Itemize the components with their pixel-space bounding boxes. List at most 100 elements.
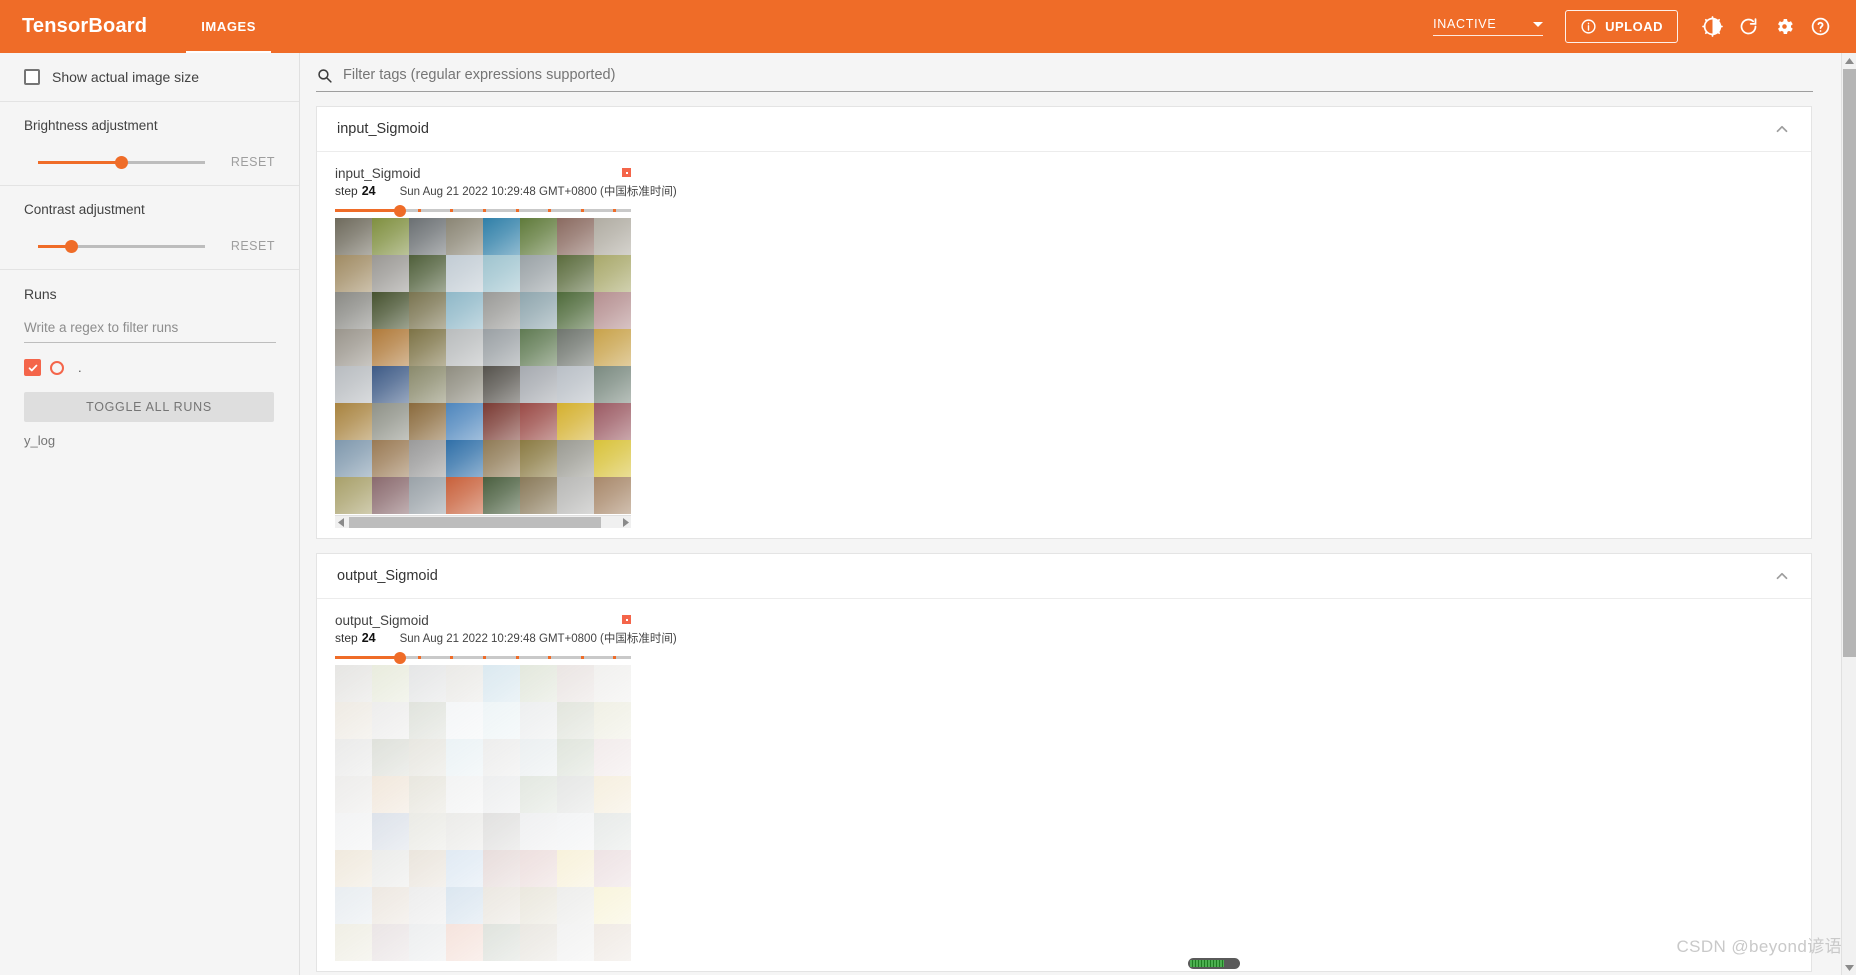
step-slider-knob[interactable] <box>394 204 407 217</box>
scroll-up-arrow-icon[interactable] <box>1842 53 1856 68</box>
image-grid-cell <box>520 403 557 440</box>
timestamp: Sun Aug 21 2022 10:29:48 GMT+0800 (中国标准时… <box>399 633 677 645</box>
run-color-circle-icon <box>50 360 64 375</box>
tag-filter-input[interactable] <box>341 66 1813 84</box>
image-grid-cell <box>446 887 483 924</box>
brightness-reset-button[interactable]: RESET <box>231 155 275 169</box>
image-grid-cell <box>520 218 557 255</box>
image-grid-cell <box>483 329 520 366</box>
step-slider[interactable] <box>335 651 631 664</box>
image-card: output_Sigmoid step 24 Sun Aug 21 2022 1… <box>335 613 677 961</box>
tag-card-header[interactable]: input_Sigmoid <box>317 107 1811 152</box>
image-grid-cell <box>557 440 594 477</box>
step-slider[interactable] <box>335 204 631 217</box>
image-grid-cell <box>409 739 446 776</box>
image-grid-cell <box>409 329 446 366</box>
refresh-icon[interactable] <box>1730 9 1766 45</box>
gear-icon[interactable] <box>1766 9 1802 45</box>
timestamp: Sun Aug 21 2022 10:29:48 GMT+0800 (中国标准时… <box>399 186 677 198</box>
image-grid-cell <box>372 813 409 850</box>
image-grid-cell <box>557 255 594 292</box>
scrollbar-track[interactable] <box>347 516 619 529</box>
image-grid-cell <box>520 329 557 366</box>
sidebar-section-contrast: Contrast adjustment RESET <box>0 186 299 270</box>
image-grid-cell <box>335 850 372 887</box>
run-checkbox-icon[interactable] <box>24 359 41 376</box>
page-vertical-scrollbar[interactable] <box>1841 53 1856 975</box>
contrast-reset-button[interactable]: RESET <box>231 239 275 253</box>
image-grid-cell <box>594 702 631 739</box>
image-grid-cell <box>335 887 372 924</box>
brand-title: TensorBoard <box>22 15 148 37</box>
tag-card-input-sigmoid: input_Sigmoid input_Sigmoid step 24 Sun … <box>316 106 1812 539</box>
status-select[interactable]: INACTIVE <box>1433 17 1544 36</box>
image-grid-cell <box>372 702 409 739</box>
checkbox-icon[interactable] <box>24 69 40 85</box>
image-grid-cell <box>409 255 446 292</box>
image-grid-cell <box>520 292 557 329</box>
pin-icon[interactable] <box>622 168 631 177</box>
tag-card-title: input_Sigmoid <box>337 121 429 137</box>
image-grid-cell <box>520 665 557 702</box>
image-grid-cell <box>335 924 372 961</box>
image-grid-cell <box>372 739 409 776</box>
step-slider-knob[interactable] <box>394 651 407 664</box>
image-grid-cell <box>446 477 483 514</box>
contrast-slider[interactable] <box>38 239 205 253</box>
image-grid-cell <box>483 440 520 477</box>
scroll-left-arrow-icon[interactable] <box>335 517 347 527</box>
pin-icon[interactable] <box>622 615 631 624</box>
step-label: step <box>335 184 358 198</box>
contrast-slider-knob[interactable] <box>65 239 79 253</box>
brightness-slider-row: RESET <box>24 155 275 169</box>
image-grid[interactable] <box>335 218 631 514</box>
toggle-all-runs-button[interactable]: TOGGLE ALL RUNS <box>24 392 274 422</box>
image-grid-cell <box>483 850 520 887</box>
image-grid-cell <box>520 887 557 924</box>
upload-button[interactable]: UPLOAD <box>1565 10 1678 43</box>
tag-card-header[interactable]: output_Sigmoid <box>317 554 1811 599</box>
status-select-value: INACTIVE <box>1433 17 1497 31</box>
image-grid-cell <box>520 776 557 813</box>
contrast-slider-row: RESET <box>24 239 275 253</box>
scroll-down-arrow-icon[interactable] <box>1842 960 1856 975</box>
image-grid-cell <box>409 366 446 403</box>
image-grid-cell <box>557 924 594 961</box>
image-grid-cell <box>372 477 409 514</box>
tab-images[interactable]: IMAGES <box>186 0 271 53</box>
brightness-slider-knob[interactable] <box>115 155 129 169</box>
scrollbar-thumb[interactable] <box>1843 69 1856 657</box>
chevron-down-icon <box>1533 22 1544 27</box>
image-grid-cell <box>483 366 520 403</box>
scrollbar-thumb[interactable] <box>349 516 601 528</box>
brightness-icon[interactable] <box>1694 9 1730 45</box>
image-grid-cell <box>409 665 446 702</box>
show-actual-image-size-row[interactable]: Show actual image size <box>24 69 275 85</box>
image-grid-cell <box>594 477 631 514</box>
image-grid-wrap <box>335 665 631 961</box>
scroll-right-arrow-icon[interactable] <box>619 517 631 527</box>
image-grid-cell <box>335 366 372 403</box>
image-grid-cell <box>520 366 557 403</box>
loading-indicator <box>1188 958 1240 969</box>
image-grid-cell <box>409 776 446 813</box>
sidebar: Show actual image size Brightness adjust… <box>0 53 300 975</box>
app-bar-actions: INACTIVE UPLOAD <box>1433 9 1838 45</box>
help-icon[interactable] <box>1802 9 1838 45</box>
image-grid-cell <box>483 924 520 961</box>
image-grid[interactable] <box>335 665 631 961</box>
image-grid-cell <box>446 403 483 440</box>
image-horizontal-scrollbar[interactable] <box>335 515 631 528</box>
chevron-up-icon[interactable] <box>1773 120 1791 138</box>
image-grid-cell <box>409 924 446 961</box>
chevron-up-icon[interactable] <box>1773 567 1791 585</box>
run-item-dot[interactable]: . <box>24 359 275 376</box>
image-grid-cell <box>409 477 446 514</box>
nav-tabs: IMAGES <box>186 0 271 53</box>
brightness-slider[interactable] <box>38 155 205 169</box>
image-grid-cell <box>372 329 409 366</box>
image-grid-cell <box>557 218 594 255</box>
image-grid-wrap <box>335 218 631 528</box>
runs-filter-input[interactable] <box>24 316 276 343</box>
image-grid-cell <box>446 702 483 739</box>
